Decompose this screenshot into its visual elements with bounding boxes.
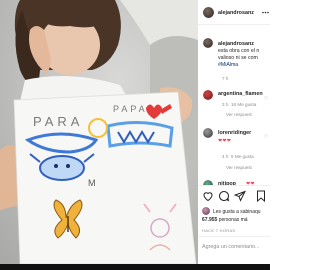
post-photo-image: PARA PAPA M: [0, 0, 198, 264]
comment-age: 4 h: [222, 154, 229, 159]
comment-age: 3 h: [222, 102, 229, 107]
drawing-text-right: PAPA: [113, 104, 148, 114]
likes-line-1[interactable]: Les gusta a sabinaqu: [213, 209, 261, 215]
comment-input[interactable]: [202, 244, 266, 250]
comment-likes[interactable]: 5 Me gusta: [231, 154, 254, 159]
post-time-ago: HACE 7 HORAS: [202, 228, 236, 233]
caption-avatar[interactable]: [203, 38, 213, 48]
share-icon[interactable]: [234, 190, 246, 202]
caption-line-1: esta obra con el n: [218, 48, 260, 54]
view-replies-link[interactable]: Ver respuest: [226, 112, 252, 117]
comment-username[interactable]: argentina_flamen: [218, 91, 263, 97]
view-replies-link[interactable]: Ver respuest: [226, 165, 252, 170]
caption-line-2: valioso ni se com: [218, 55, 258, 61]
likes-line-2-rest: personas má: [218, 217, 248, 223]
author-avatar[interactable]: [203, 7, 214, 18]
drawing-letter: M: [88, 178, 96, 188]
likes-line-2[interactable]: 67.955 personas má: [202, 217, 248, 223]
post-panel: alejandrosanz alejandrosanz esta obra co…: [198, 0, 270, 264]
commenter-avatar[interactable]: [203, 128, 213, 138]
post-header: alejandrosanz: [198, 0, 270, 25]
likes-count: 67.955: [202, 217, 218, 223]
caption-age: 7 h: [222, 76, 229, 81]
drawing-text-left: PARA: [33, 114, 83, 129]
comment-icon[interactable]: [218, 190, 230, 202]
post-photo[interactable]: PARA PAPA M: [0, 0, 198, 264]
comment-username[interactable]: lorenridinger: [218, 130, 251, 136]
add-comment-bar: [198, 236, 270, 264]
comment-text: ❤❤❤: [218, 138, 232, 144]
comment-heart-icon[interactable]: ♡: [264, 96, 268, 102]
bookmark-icon[interactable]: [256, 190, 266, 202]
comment-likes[interactable]: 16 Me gusta: [231, 102, 256, 107]
comment-heart-icon[interactable]: ♡: [264, 134, 268, 140]
caption-hashtag[interactable]: #MiAlma: [218, 62, 238, 68]
post-author-username[interactable]: alejandrosanz: [218, 10, 254, 16]
liker-avatar: [202, 207, 210, 215]
heart-icon[interactable]: [202, 190, 214, 202]
caption-username[interactable]: alejandrosanz: [218, 41, 254, 47]
action-bar: [198, 185, 270, 208]
commenter-avatar[interactable]: [203, 90, 213, 100]
bottom-strip: [0, 264, 270, 270]
ellipsis-horizontal-icon[interactable]: [262, 11, 269, 14]
